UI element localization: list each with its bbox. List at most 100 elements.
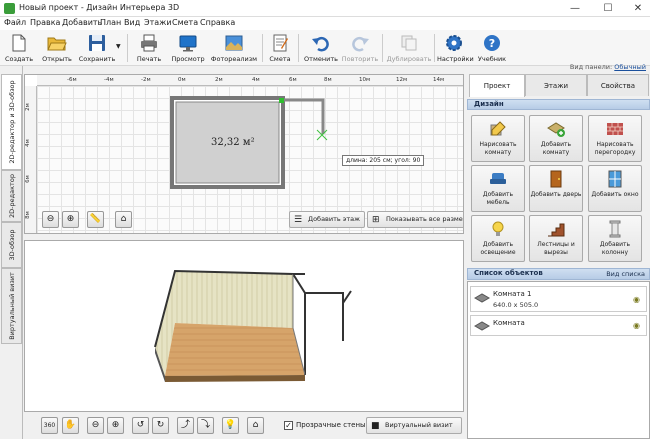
visibility-eye-icon[interactable]: ◉	[633, 295, 640, 304]
zoom-out-button[interactable]: ⊖	[42, 211, 59, 228]
tab-properties[interactable]: Свойства	[587, 74, 649, 96]
zoom-in-icon: ⊕	[66, 214, 75, 224]
lightbulb-icon: 💡	[224, 420, 237, 430]
draw-partition-label: Нарисовать перегородку	[594, 141, 636, 156]
ruler-y-tick: 6м	[24, 175, 31, 183]
draw-room-label: Нарисовать комнату	[479, 141, 517, 156]
ruler-x-tick: 10м	[359, 77, 371, 83]
menu-edit[interactable]: Правка	[30, 18, 60, 27]
tab-2d-editor[interactable]: 2D-редактор	[1, 170, 22, 222]
list-item[interactable]: Комната ◉	[470, 315, 647, 336]
menu-help[interactable]: Справка	[200, 18, 235, 27]
object-dimensions: 640.0 x 505.0	[493, 301, 539, 309]
undo-icon	[312, 36, 329, 52]
list-item[interactable]: Комната 1 640.0 x 505.0 ◉	[470, 286, 647, 312]
stairs-cutouts-label: Лестницы и вырезы	[537, 241, 575, 256]
printer-icon	[141, 34, 157, 52]
tutorial-button[interactable]: ? Учебник	[476, 31, 508, 65]
add-room-button[interactable]: Добавить комнату	[529, 115, 583, 162]
preview-label: Просмотр	[171, 55, 205, 63]
estimate-button[interactable]: Смета	[266, 31, 294, 65]
hand-pan-button[interactable]: ✋	[62, 417, 79, 434]
tilt-up-button[interactable]: ⤴	[177, 417, 194, 434]
virtual-visit-button[interactable]: ■ Виртуальный визит	[366, 417, 462, 434]
ruler-icon: 📏	[89, 214, 102, 224]
tab-virtual-visit[interactable]: Виртуальный визит	[1, 268, 22, 344]
home-icon: ⌂	[252, 420, 259, 430]
gear-icon	[446, 35, 462, 51]
undo-button[interactable]: Отменить	[303, 31, 339, 65]
menu-view[interactable]: Вид	[124, 18, 140, 27]
help-icon: ?	[484, 35, 500, 51]
home-view-button[interactable]: ⌂	[115, 211, 132, 228]
photorealism-button[interactable]: Фотореализм	[210, 31, 258, 65]
rotate-360-icon: 360	[43, 422, 56, 429]
view-3d-canvas[interactable]	[24, 240, 464, 412]
tab-3d-view-label: 3D-обзор	[7, 229, 16, 261]
redo-button[interactable]: Повторить	[340, 31, 380, 65]
menu-plan[interactable]: План	[100, 18, 121, 27]
close-button[interactable]: ✕	[628, 2, 648, 15]
zoom-in-3d-button[interactable]: ⊕	[107, 417, 124, 434]
draw-partition-button[interactable]: Нарисовать перегородку	[588, 115, 642, 162]
tab-2d-and-3d[interactable]: 2D-редактор и 3D-обзор	[1, 74, 22, 170]
create-button[interactable]: Создать	[3, 31, 35, 65]
print-button[interactable]: Печать	[132, 31, 166, 65]
preview-button[interactable]: Просмотр	[170, 31, 206, 65]
settings-button[interactable]: Настройки	[437, 31, 474, 65]
zoom-in-button[interactable]: ⊕	[62, 211, 79, 228]
panel-view-selector[interactable]: Вид панели: Обычный	[570, 63, 646, 71]
add-column-button[interactable]: Добавить колонну	[588, 215, 642, 262]
add-window-button[interactable]: Добавить окно	[588, 165, 642, 212]
wall-node-handle	[279, 98, 284, 103]
menu-add[interactable]: Добавить	[62, 18, 102, 27]
add-floor-button[interactable]: ☰ Добавить этаж	[289, 211, 365, 228]
lighting-button[interactable]: 💡	[222, 417, 239, 434]
ruler-x-tick: 2м	[215, 77, 223, 83]
ruler-vertical: 2м 4м 6м 8м	[24, 86, 37, 233]
photorealism-label: Фотореализм	[210, 55, 258, 63]
draw-room-button[interactable]: Нарисовать комнату	[471, 115, 525, 162]
transparent-walls-checkbox[interactable]: ✓	[284, 421, 293, 430]
tab-3d-view[interactable]: 3D-обзор	[1, 222, 22, 268]
ruler-x-tick: -4м	[104, 77, 114, 83]
print-label: Печать	[136, 55, 162, 63]
zoom-out-3d-button[interactable]: ⊖	[87, 417, 104, 434]
show-all-dimensions-button[interactable]: ⊞ Показывать все размеры	[367, 211, 463, 228]
menu-file[interactable]: Файл	[4, 18, 26, 27]
list-view-toggle[interactable]: Вид списка	[606, 270, 645, 279]
menu-floors[interactable]: Этажи	[144, 18, 172, 27]
menu-bar: Файл Правка Добавить План Вид Этажи Смет…	[0, 17, 650, 30]
rotate-360-button[interactable]: 360	[41, 417, 58, 434]
tab-2d-and-3d-label: 2D-редактор и 3D-обзор	[7, 80, 16, 164]
armchair-icon	[490, 173, 506, 184]
zoom-out-icon: ⊖	[91, 420, 100, 430]
duplicate-button[interactable]: Дублировать	[386, 31, 432, 65]
minimize-button[interactable]: —	[565, 2, 585, 15]
orbit-right-button[interactable]: ↻	[152, 417, 169, 434]
stairs-icon	[548, 223, 565, 237]
menu-estimate[interactable]: Смета	[172, 18, 198, 27]
zoom-out-icon: ⊖	[46, 214, 55, 224]
stairs-cutouts-button[interactable]: Лестницы и вырезы	[529, 215, 583, 262]
home-3d-button[interactable]: ⌂	[247, 417, 264, 434]
editor-2d-canvas[interactable]: -6м -4м -2м 0м 2м 4м 6м 8м 10м 12м 14м 2…	[24, 74, 464, 234]
add-lighting-button[interactable]: Добавить освещение	[471, 215, 525, 262]
visibility-eye-icon[interactable]: ◉	[633, 321, 640, 330]
orbit-left-button[interactable]: ↺	[132, 417, 149, 434]
ruler-x-tick: 0м	[178, 77, 186, 83]
tab-floors[interactable]: Этажи	[525, 74, 587, 96]
room-object-icon	[474, 321, 490, 331]
object-list: Комната 1 640.0 x 505.0 ◉ Комната ◉	[467, 281, 650, 439]
save-dropdown-arrow-icon[interactable]: ▼	[116, 43, 121, 50]
save-button[interactable]: Сохранить	[78, 31, 116, 65]
tab-project[interactable]: Проект	[469, 74, 525, 97]
panel-view-link[interactable]: Обычный	[614, 63, 646, 71]
tilt-down-button[interactable]: ⤵	[197, 417, 214, 434]
ruler-tool-button[interactable]: 📏	[87, 211, 104, 228]
add-lighting-label: Добавить освещение	[480, 241, 516, 256]
add-door-button[interactable]: Добавить дверь	[529, 165, 583, 212]
maximize-button[interactable]: ☐	[598, 2, 618, 15]
open-button[interactable]: Открыть	[40, 31, 74, 65]
add-furniture-button[interactable]: Добавить мебель	[471, 165, 525, 212]
